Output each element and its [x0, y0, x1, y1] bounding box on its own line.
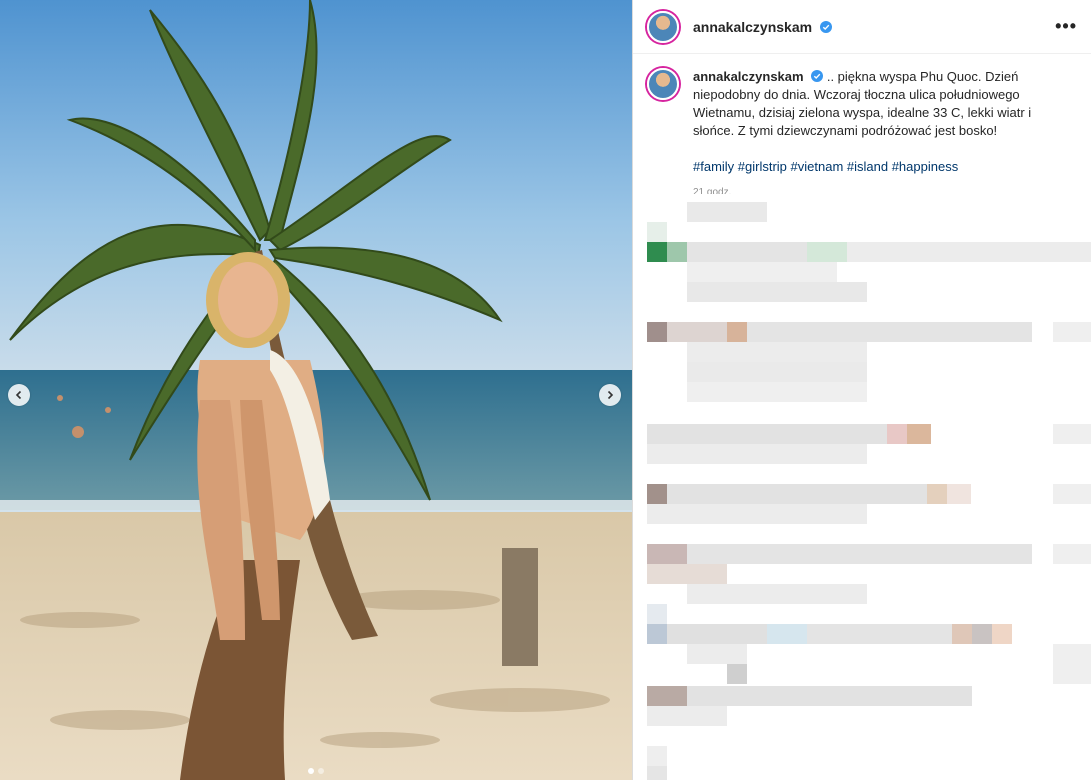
chevron-right-icon — [607, 390, 614, 400]
blur-block — [647, 604, 667, 624]
caption-body: annakalczynskam .. piękna wyspa Phu Quoc… — [693, 68, 1073, 194]
blur-block — [667, 484, 927, 504]
blur-block — [887, 424, 907, 444]
blur-block — [687, 202, 767, 222]
blur-block — [1053, 644, 1091, 684]
blur-block — [687, 644, 747, 664]
blur-block — [647, 504, 867, 524]
blur-block — [667, 322, 727, 342]
caption-username[interactable]: annakalczynskam — [693, 69, 804, 84]
blur-block — [1053, 484, 1091, 504]
hashtags[interactable]: #family #girlstrip #vietnam #island #hap… — [693, 158, 1073, 176]
blur-block — [847, 242, 1091, 262]
post-username[interactable]: annakalczynskam — [693, 19, 832, 35]
blur-block — [647, 706, 727, 726]
blur-block — [687, 282, 867, 302]
blur-block — [647, 544, 687, 564]
blur-block — [647, 242, 667, 262]
next-slide-button[interactable] — [599, 384, 621, 406]
blurred-comments — [633, 186, 1091, 780]
blur-block — [687, 242, 807, 262]
blur-block — [687, 362, 867, 382]
blur-block — [1053, 322, 1091, 342]
username-text[interactable]: annakalczynskam — [693, 19, 812, 35]
blur-block — [647, 746, 667, 766]
blur-block — [952, 624, 972, 644]
previous-slide-button[interactable] — [8, 384, 30, 406]
blur-block — [647, 624, 667, 644]
blur-block — [927, 484, 947, 504]
blur-block — [647, 564, 727, 584]
blur-block — [727, 664, 747, 684]
blur-block — [807, 624, 952, 644]
blur-block — [747, 322, 1032, 342]
post-header: annakalczynskam ••• — [633, 0, 1091, 54]
blur-block — [807, 242, 847, 262]
blur-block — [1053, 544, 1091, 564]
avatar[interactable] — [647, 10, 679, 43]
blur-block — [687, 544, 1032, 564]
carousel-dot-2 — [318, 768, 324, 774]
post-photo — [0, 0, 632, 780]
blur-block — [947, 484, 971, 504]
blur-block — [992, 624, 1012, 644]
verified-badge-icon — [811, 70, 824, 82]
carousel-dot-1 — [308, 768, 314, 774]
blur-block — [647, 444, 867, 464]
blur-block — [687, 262, 837, 282]
chevron-left-icon — [15, 390, 22, 400]
blur-block — [767, 624, 807, 644]
blur-block — [727, 322, 747, 342]
carousel-dots — [0, 768, 632, 774]
verified-badge-icon — [819, 20, 832, 33]
blur-block — [647, 322, 667, 342]
blur-block — [647, 686, 687, 706]
blur-block — [647, 424, 887, 444]
blur-block — [667, 242, 687, 262]
blur-block — [687, 342, 867, 362]
blur-block — [647, 222, 667, 242]
more-options-button[interactable]: ••• — [1055, 16, 1077, 37]
blur-block — [667, 624, 767, 644]
blur-block — [907, 424, 931, 444]
blur-block — [647, 766, 667, 780]
post-caption: annakalczynskam .. piękna wyspa Phu Quoc… — [633, 54, 1091, 194]
post-side-panel: annakalczynskam ••• annakalczynskam .. p… — [632, 0, 1091, 780]
beach-photo — [0, 0, 632, 780]
blur-block — [647, 484, 667, 504]
blur-block — [687, 686, 972, 706]
blur-block — [972, 624, 992, 644]
blur-block — [687, 584, 867, 604]
caption-avatar[interactable] — [647, 68, 679, 100]
blur-block — [687, 382, 867, 402]
blur-block — [1053, 424, 1091, 444]
